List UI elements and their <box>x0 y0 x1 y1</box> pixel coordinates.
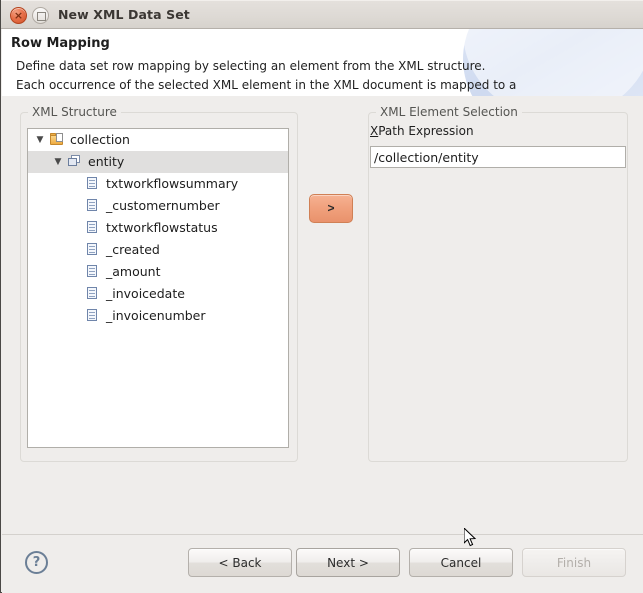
transfer-right-button[interactable]: > <box>309 194 353 223</box>
tree-item-collection[interactable]: ▼ collection <box>28 129 288 151</box>
close-glyph: × <box>13 9 24 22</box>
xml-leaf-icon <box>86 287 98 300</box>
page-title: Row Mapping <box>11 36 110 51</box>
tree-item-label: collection <box>70 132 130 147</box>
xml-element-selection-group-label: XML Element Selection <box>376 105 522 119</box>
cancel-button[interactable]: Cancel <box>409 548 513 577</box>
tree-item-label: _invoicedate <box>106 286 185 301</box>
chevron-right-icon: > <box>327 201 335 215</box>
xpath-label-mnemonic: X <box>370 124 379 138</box>
xml-leaf-icon <box>86 221 98 234</box>
xml-leaf-icon <box>86 265 98 278</box>
tree-item-label: txtworkflowsummary <box>106 176 239 191</box>
finish-button: Finish <box>522 548 626 577</box>
xml-leaf-icon <box>86 199 98 212</box>
tree-item-customernumber[interactable]: _customernumber <box>28 195 288 217</box>
xml-element-icon <box>68 155 82 168</box>
tree-item-amount[interactable]: _amount <box>28 261 288 283</box>
xml-structure-tree[interactable]: ▼ collection ▼ entity txtworkflowsummary _cus… <box>27 128 289 448</box>
xpath-expression-input[interactable] <box>370 146 626 168</box>
tree-item-label: _created <box>106 242 160 257</box>
tree-item-txtworkflowsummary[interactable]: txtworkflowsummary <box>28 173 288 195</box>
next-button[interactable]: Next > <box>296 548 400 577</box>
help-icon[interactable]: ? <box>25 551 48 574</box>
page-description-line-2: Each occurrence of the selected XML elem… <box>16 78 517 92</box>
xml-leaf-icon <box>86 177 98 190</box>
xml-leaf-icon <box>86 243 98 256</box>
tree-item-label: _amount <box>106 264 161 279</box>
tree-item-invoicenumber[interactable]: _invoicenumber <box>28 305 288 327</box>
folder-collection-icon <box>50 133 65 146</box>
twisty-expanded-icon[interactable]: ▼ <box>52 151 64 173</box>
dialog-body: XML Structure ▼ collection ▼ entity txtworkf… <box>2 96 643 534</box>
tree-item-label: _invoicenumber <box>106 308 206 323</box>
twisty-expanded-icon[interactable]: ▼ <box>34 129 46 151</box>
maximize-glyph <box>37 12 46 21</box>
wizard-header: Row Mapping Define data set row mapping … <box>2 29 643 97</box>
dialog-window: × New XML Data Set Row Mapping Define da… <box>0 0 643 593</box>
back-button[interactable]: < Back <box>188 548 292 577</box>
tree-item-label: txtworkflowstatus <box>106 220 218 235</box>
xpath-label-rest: Path Expression <box>378 124 474 138</box>
window-title: New XML Data Set <box>58 7 190 22</box>
tree-item-created[interactable]: _created <box>28 239 288 261</box>
tree-item-label: entity <box>88 154 125 169</box>
xml-leaf-icon <box>86 309 98 322</box>
tree-item-invoicedate[interactable]: _invoicedate <box>28 283 288 305</box>
close-icon[interactable]: × <box>10 7 27 24</box>
tree-item-entity[interactable]: ▼ entity <box>28 151 288 173</box>
tree-item-label: _customernumber <box>106 198 220 213</box>
page-description-line-1: Define data set row mapping by selecting… <box>16 59 486 73</box>
window-titlebar: × New XML Data Set <box>1 0 643 29</box>
tree-item-txtworkflowstatus[interactable]: txtworkflowstatus <box>28 217 288 239</box>
xpath-expression-label: XPath Expression <box>370 124 474 138</box>
xml-structure-group-label: XML Structure <box>28 105 121 119</box>
maximize-icon[interactable] <box>32 7 49 24</box>
